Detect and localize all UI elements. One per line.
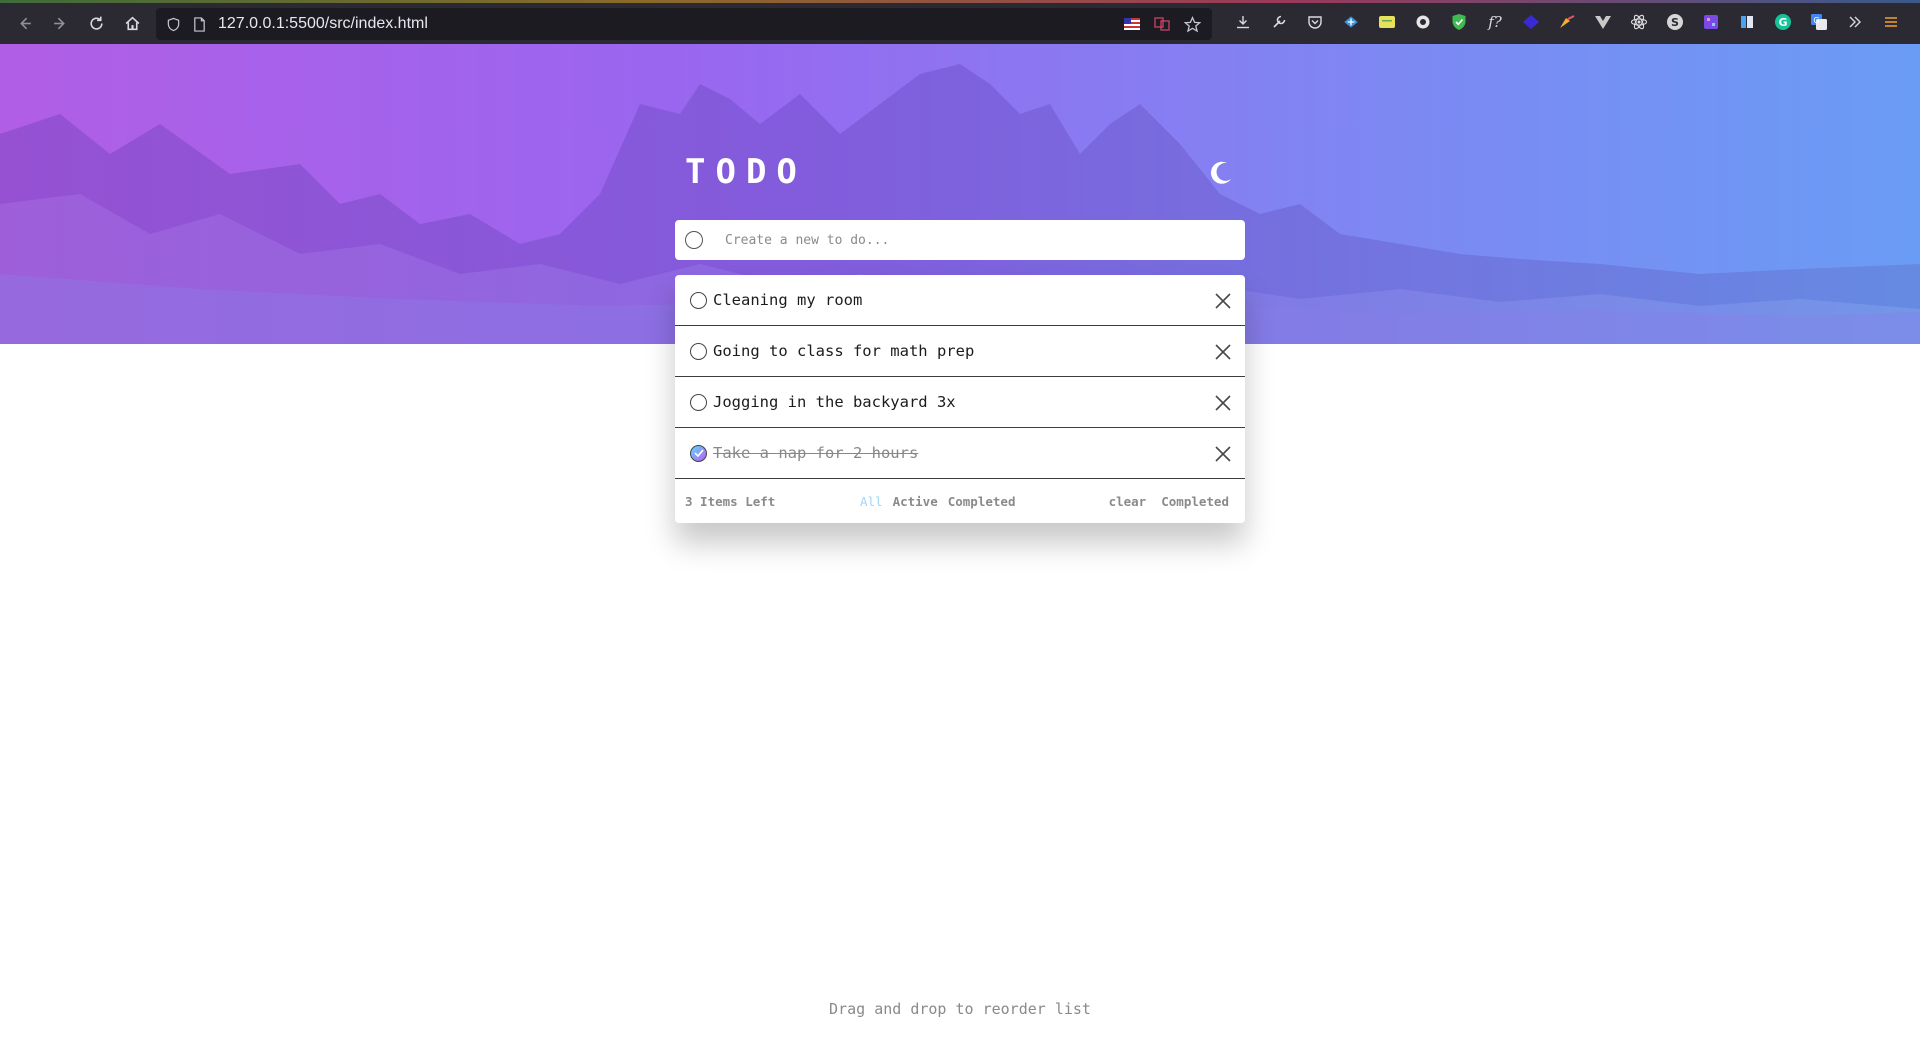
wrench-icon[interactable] [1268,11,1290,33]
check-icon[interactable] [690,444,707,462]
new-todo-checkbox[interactable] [685,231,703,249]
download-icon[interactable] [1232,11,1254,33]
close-icon[interactable] [1214,292,1232,310]
more-extensions-icon[interactable] [1844,11,1866,33]
todo-item[interactable]: Going to class for math prep [675,326,1245,377]
todo-checkbox[interactable] [690,393,707,411]
todo-text: Going to class for math prep [713,342,975,360]
extension-brush-icon[interactable] [1556,11,1578,33]
moon-icon[interactable] [1206,158,1236,188]
close-icon[interactable] [1214,445,1232,463]
svg-text:G: G [1813,16,1819,25]
filter-group: All Active Completed [860,494,1015,509]
todo-item[interactable]: Cleaning my room [675,275,1245,326]
todo-text: Jogging in the backyard 3x [713,393,956,411]
filter-all[interactable]: All [860,494,883,509]
translate-icon[interactable] [1152,14,1172,34]
address-bar[interactable]: 127.0.0.1:5500/src/index.html [156,8,1212,40]
new-todo-field [675,220,1245,260]
extension-grid-icon[interactable] [1700,11,1722,33]
filter-completed[interactable]: Completed [948,494,1016,509]
browser-toolbar: 127.0.0.1:5500/src/index.html f? S G G [0,0,1920,44]
google-translate-icon[interactable]: G [1808,11,1830,33]
todo-list: Cleaning my room Going to class for math… [675,275,1245,523]
todo-item[interactable]: Jogging in the backyard 3x [675,377,1245,428]
vue-devtools-icon[interactable] [1592,11,1614,33]
bookmark-star-icon[interactable] [1182,14,1202,34]
reload-icon[interactable] [78,6,114,42]
clear-completed-button[interactable]: clear Completed [1109,494,1229,509]
items-left-count: 3 Items Left [685,493,776,509]
extension-diamond-icon[interactable] [1520,11,1542,33]
url-text: 127.0.0.1:5500/src/index.html [218,15,428,32]
github-icon[interactable] [1412,11,1434,33]
pocket-icon[interactable] [1304,11,1326,33]
grammarly-icon[interactable]: G [1772,11,1794,33]
extension-fish-icon[interactable] [1340,11,1362,33]
svg-text:S: S [1671,16,1679,29]
close-icon[interactable] [1214,343,1232,361]
extension-book-icon[interactable] [1736,11,1758,33]
menu-icon[interactable] [1880,11,1902,33]
todo-text-completed: Take a nap for 2 hours [713,444,919,462]
flag-icon[interactable] [1122,14,1142,34]
todo-checkbox[interactable] [690,342,707,360]
react-devtools-icon[interactable] [1628,11,1650,33]
todo-item[interactable]: Take a nap for 2 hours [675,428,1245,479]
forward-icon[interactable] [42,6,78,42]
todo-text: Cleaning my room [713,291,863,309]
reorder-hint: Drag and drop to reorder list [829,1000,1091,1018]
close-icon[interactable] [1214,394,1232,412]
todo-footer: 3 Items Left All Active Completed clear … [675,479,1245,523]
svg-text:G: G [1778,16,1787,29]
formula-icon[interactable]: f? [1484,11,1506,33]
todo-checkbox[interactable] [690,291,707,309]
app-title: TODO [685,152,807,192]
filter-active[interactable]: Active [893,494,938,509]
extension-s-icon[interactable]: S [1664,11,1686,33]
shield-extension-icon[interactable] [1448,11,1470,33]
shield-icon[interactable] [166,17,181,32]
home-icon[interactable] [114,6,150,42]
new-todo-input[interactable] [725,232,1205,248]
back-icon[interactable] [6,6,42,42]
page-icon [193,16,206,32]
sticky-note-icon[interactable] [1376,11,1398,33]
